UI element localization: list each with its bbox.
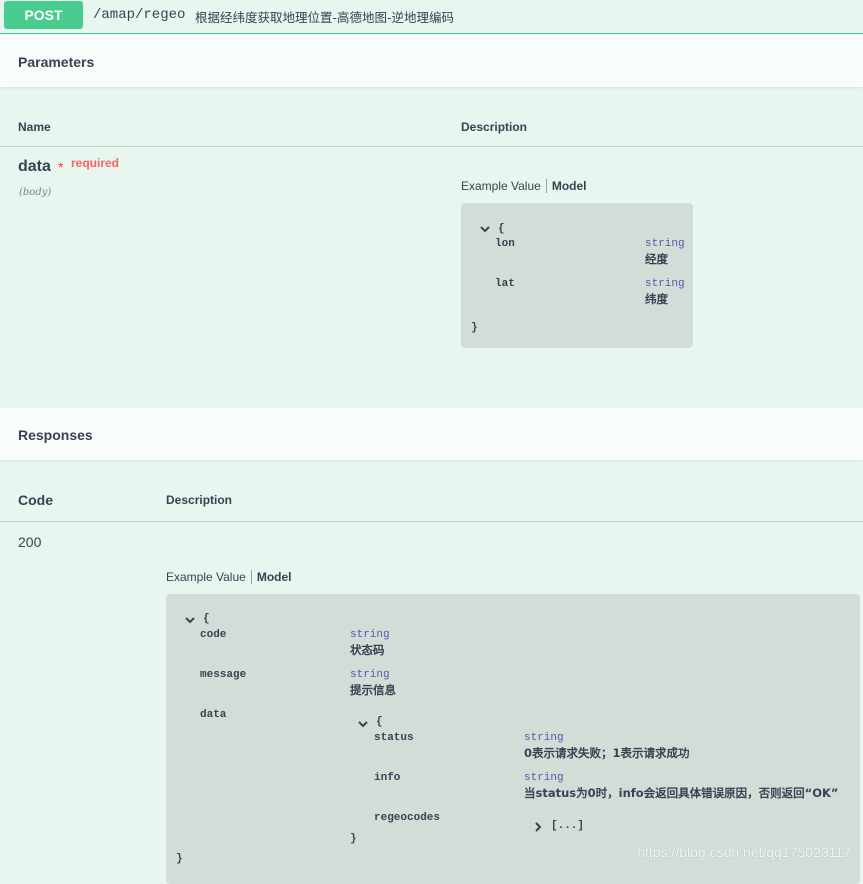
operation-summary-text: 根据经纬度获取地理位置-高德地图-逆地理编码: [195, 10, 455, 25]
model-field-name: code: [200, 629, 227, 641]
response-header-divider: [0, 521, 863, 522]
model-open-brace: {: [203, 613, 210, 625]
response-column-description: Description: [166, 493, 233, 507]
model-field-type: string: [350, 669, 390, 681]
chevron-down-icon[interactable]: [184, 614, 196, 626]
model-field-name: info: [374, 772, 401, 784]
chevron-down-icon[interactable]: [357, 718, 369, 730]
model-field-name: message: [200, 669, 247, 681]
param-column-description: Description: [461, 120, 528, 134]
http-method-badge: POST: [4, 1, 83, 29]
tab-model[interactable]: Model: [547, 179, 587, 193]
param-header-divider: [0, 146, 863, 147]
model-field-name: lat: [495, 278, 515, 290]
responses-title: Responses: [18, 427, 93, 443]
model-field-desc: 状态码: [350, 643, 385, 657]
response-model-box: { code string 状态码 message string 提示信息 da…: [166, 594, 860, 884]
response-column-code: Code: [18, 492, 53, 508]
model-open-brace: {: [498, 223, 505, 235]
param-model-tabs: Example Value Model: [461, 179, 587, 193]
parameters-section-header: Parameters: [0, 35, 863, 87]
param-name: data: [18, 158, 51, 175]
parameters-title: Parameters: [18, 54, 95, 70]
tab-example-value[interactable]: Example Value: [461, 179, 547, 193]
tab-model[interactable]: Model: [252, 570, 292, 584]
param-model-box: { lon string 经度 lat string 纬度 }: [461, 203, 693, 348]
model-field-desc: 提示信息: [350, 683, 396, 697]
model-field-type: string: [524, 732, 564, 744]
chevron-right-icon[interactable]: [532, 821, 544, 833]
required-label: required: [71, 156, 120, 170]
response-code: 200: [18, 534, 42, 550]
model-close-brace: }: [471, 322, 478, 334]
responses-section-header: Responses: [0, 408, 863, 460]
model-field-name: regeocodes: [374, 812, 441, 824]
model-field-desc: 当status为0时，info会返回具体错误原因，否则返回“OK”: [524, 786, 839, 800]
operation-path: /amap/regeo: [93, 7, 186, 23]
response-model-tabs: Example Value Model: [166, 570, 292, 584]
model-close-brace: }: [176, 853, 183, 865]
operation-summary[interactable]: POST /amap/regeo 根据经纬度获取地理位置-高德地图-逆地理编码: [0, 0, 863, 34]
required-star: *: [58, 159, 64, 175]
model-field-name: lon: [495, 238, 515, 250]
model-field-name: status: [374, 732, 414, 744]
model-field-type: string: [350, 629, 390, 641]
model-field-desc: 经度: [645, 252, 668, 266]
nested-open-brace: {: [376, 716, 383, 728]
param-location: (body): [19, 187, 52, 198]
model-field-type: string: [645, 238, 685, 250]
watermark: https://blog.csdn.net/qq175023117: [637, 844, 851, 860]
collapsed-array[interactable]: [...]: [551, 820, 584, 832]
model-field-name: data: [200, 709, 227, 721]
model-field-desc: 0表示请求失败；1表示请求成功: [524, 746, 690, 760]
tab-example-value[interactable]: Example Value: [166, 570, 252, 584]
nested-close-brace: }: [350, 833, 357, 845]
chevron-down-icon[interactable]: [479, 223, 491, 235]
param-column-name: Name: [18, 120, 51, 134]
model-field-type: string: [645, 278, 685, 290]
model-field-type: string: [524, 772, 564, 784]
model-field-desc: 纬度: [645, 292, 668, 306]
